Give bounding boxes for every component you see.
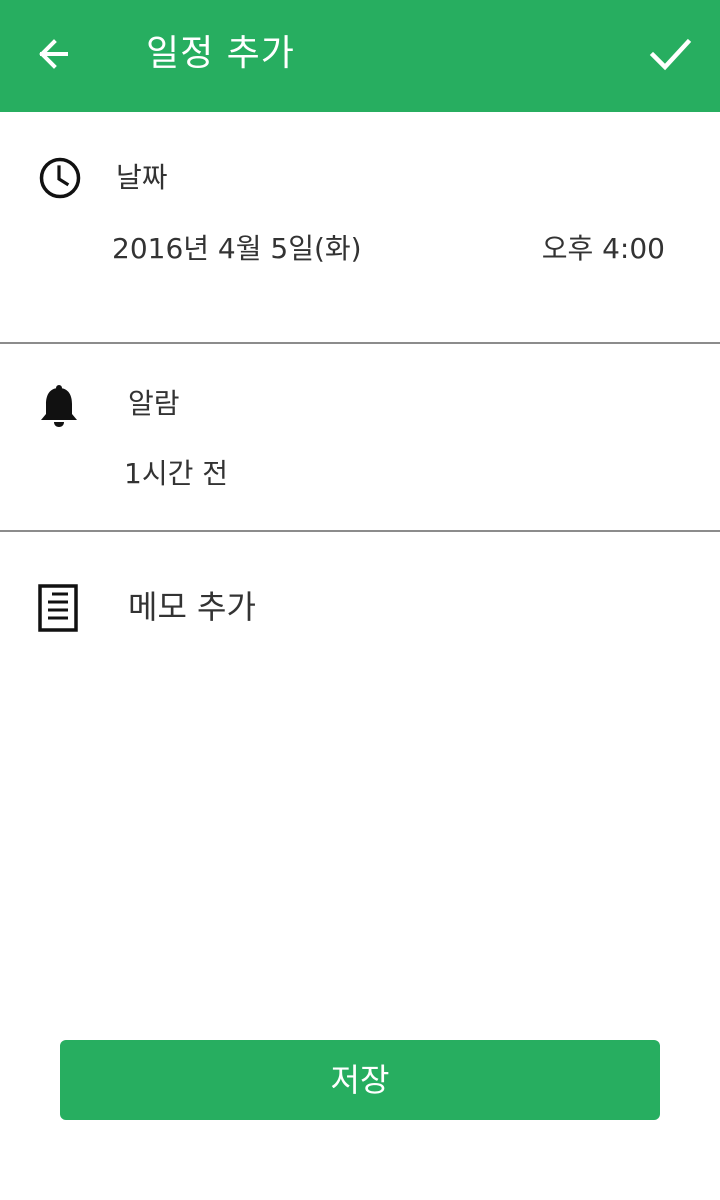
app-bar: 일정 추가 xyxy=(0,0,720,112)
check-icon xyxy=(649,38,692,71)
add-memo-field[interactable]: 메모 추가 xyxy=(128,587,256,627)
bell-icon xyxy=(41,385,77,427)
divider xyxy=(0,342,720,344)
arrow-left-icon xyxy=(39,39,68,69)
alarm-label: 알람 xyxy=(128,387,180,420)
page-title: 일정 추가 xyxy=(146,33,295,74)
divider xyxy=(0,530,720,532)
date-label: 날짜 xyxy=(116,161,168,194)
time-value[interactable]: 오후 4:00 xyxy=(542,231,665,267)
save-button[interactable]: 저장 xyxy=(60,1040,660,1120)
alarm-value[interactable]: 1시간 전 xyxy=(124,456,228,492)
clock-icon xyxy=(39,157,81,199)
document-icon xyxy=(38,584,78,632)
back-button[interactable] xyxy=(30,30,78,78)
confirm-button[interactable] xyxy=(644,30,696,78)
date-value[interactable]: 2016년 4월 5일(화) xyxy=(112,231,362,267)
